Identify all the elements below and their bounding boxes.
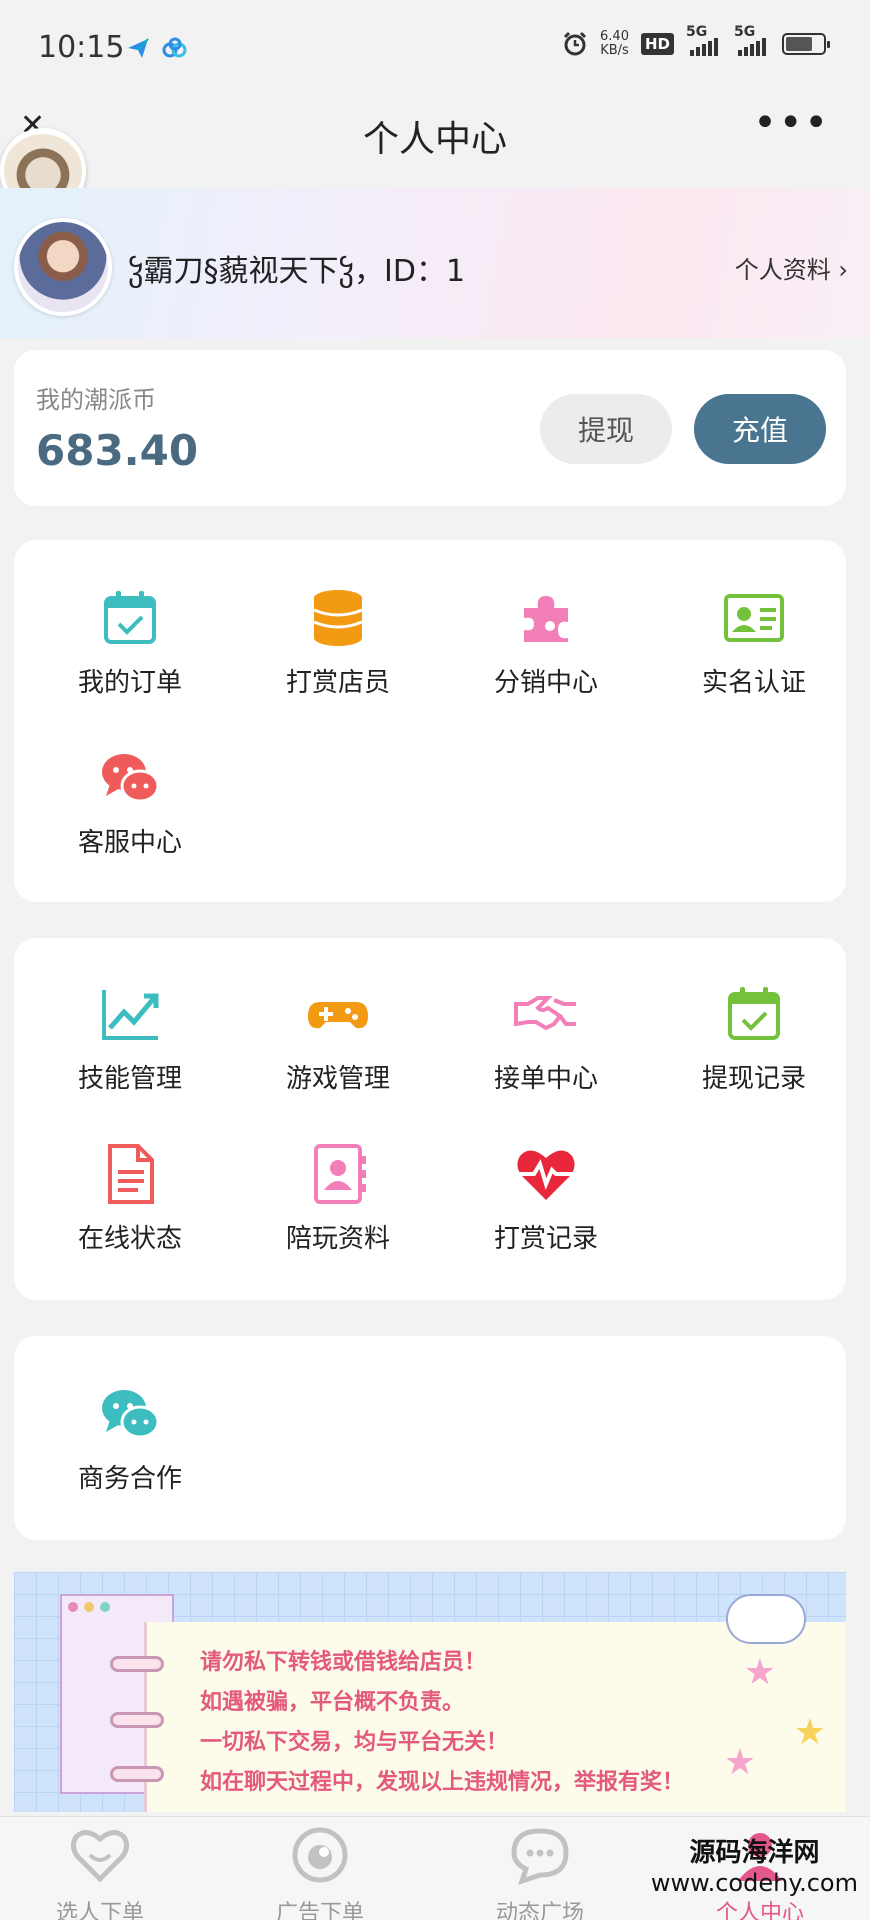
profile-banner: ჴ霸刀§藐视天下ჴ，ID：1 个人资料 › [0, 188, 870, 338]
status-right: 6.40 KB/s HD 5G 5G [562, 24, 830, 58]
menu-item-my-orders[interactable]: 我的订单 [30, 586, 230, 699]
binder-ring [110, 1766, 164, 1782]
menu-item-business[interactable]: 商务合作 [30, 1382, 230, 1495]
menu-item-order-center[interactable]: 接单中心 [446, 982, 646, 1095]
hd-badge: HD [640, 33, 674, 55]
calendar-check-icon [728, 987, 780, 1040]
handshake-icon [514, 996, 576, 1031]
menu-item-skill-manage[interactable]: 技能管理 [30, 982, 230, 1095]
tab-ad-order[interactable]: 广告下单 [220, 1825, 420, 1920]
menu-section-2: 技能管理 游戏管理 接单中心 提现记录 在线状态 陪玩资料 打赏记录 [14, 938, 846, 1300]
tab-select-people[interactable]: 选人下单 [0, 1825, 200, 1920]
calendar-check-icon [104, 591, 156, 644]
coin-label: 我的潮派币 [36, 386, 156, 414]
eye-icon [292, 1827, 348, 1883]
star-decor: ★ [793, 1712, 826, 1753]
menu-item-label: 我的订单 [77, 668, 182, 698]
page-title: 个人中心 [362, 119, 507, 160]
watermark-line: 源码海洋网 [689, 1838, 820, 1868]
chat-bubbles-icon [102, 754, 160, 803]
watermark: 源码海洋网 www.codehy.com [651, 1838, 858, 1898]
menu-item-label: 客服中心 [77, 828, 182, 858]
menu-item-tip-records[interactable]: 打赏记录 [446, 1142, 646, 1255]
tab-feed[interactable]: 动态广场 [440, 1825, 640, 1920]
notice-line: 如在聊天过程中，发现以上违规情况，举报有奖！ [200, 1770, 685, 1795]
notice-line: 一切私下交易，均与平台无关！ [200, 1730, 509, 1755]
tab-label: 广告下单 [275, 1901, 364, 1920]
status-bar: 10:15 6.40 KB/s HD 5G 5G [0, 0, 870, 96]
coin-value: 683.40 [36, 426, 199, 475]
heart-face-icon [70, 1830, 130, 1883]
avatar[interactable] [14, 218, 112, 316]
net-speed: 6.40 KB/s [600, 29, 629, 58]
notice-line: 如遇被骗，平台概不负责。 [200, 1690, 465, 1715]
chat-bubbles-icon [102, 1390, 160, 1439]
menu-item-distribution[interactable]: 分销中心 [446, 586, 646, 699]
menu-item-label: 打赏记录 [493, 1224, 598, 1254]
menu-item-label: 实名认证 [701, 668, 806, 698]
menu-section-1: 我的订单 打赏店员 分销中心 实名认证 客服中心 [14, 540, 846, 902]
notice-line: 请勿私下转钱或借钱给店员！ [200, 1650, 487, 1675]
menu-item-real-name[interactable]: 实名认证 [654, 586, 854, 699]
trend-chart-icon [102, 990, 159, 1040]
menu-item-label: 分销中心 [493, 668, 598, 698]
tab-label: 个人中心 [715, 1901, 804, 1920]
menu-item-label: 技能管理 [77, 1064, 182, 1094]
profile-detail-link[interactable]: 个人资料 › [735, 250, 848, 285]
coin-card: 我的潮派币 683.40 提现 充值 [14, 350, 846, 506]
menu-item-label: 接单中心 [493, 1064, 598, 1094]
signal-2-icon: 5G [734, 24, 770, 56]
tab-label: 动态广场 [495, 1901, 584, 1920]
tab-label: 选人下单 [55, 1901, 144, 1920]
more-icon[interactable]: ••• [753, 100, 830, 146]
chat-icon [511, 1828, 569, 1885]
star-decor: ★ [723, 1742, 756, 1783]
id-card-icon [724, 594, 784, 642]
menu-item-game-manage[interactable]: 游戏管理 [238, 982, 438, 1095]
menu-item-label: 商务合作 [77, 1464, 182, 1494]
cloud-icon [162, 37, 187, 58]
star-decor: ★ [743, 1652, 776, 1693]
menu-item-label: 在线状态 [77, 1224, 182, 1254]
menu-item-label: 陪玩资料 [285, 1224, 390, 1254]
menu-section-3: 商务合作 [14, 1336, 846, 1540]
coin-stack-icon [313, 590, 363, 646]
contact-book-icon [314, 1144, 366, 1204]
watermark-line: www.codehy.com [650, 1869, 858, 1897]
status-app-icons [126, 36, 188, 60]
binder-ring [110, 1712, 164, 1728]
heartbeat-icon [517, 1150, 575, 1200]
profile-name: ჴ霸刀§藐视天下ჴ，ID：1 [128, 254, 466, 289]
cloud-decor [726, 1594, 806, 1644]
menu-item-online-status[interactable]: 在线状态 [30, 1142, 230, 1255]
withdraw-button[interactable]: 提现 [540, 394, 672, 464]
status-time: 10:15 [38, 30, 125, 65]
title-bar: ✕ 个人中心 ••• [0, 96, 870, 188]
menu-item-customer-service[interactable]: 客服中心 [30, 746, 230, 859]
document-icon [108, 1144, 154, 1204]
menu-item-label: 游戏管理 [285, 1064, 390, 1094]
menu-item-companion-profile[interactable]: 陪玩资料 [238, 1142, 438, 1255]
menu-item-tip-staff[interactable]: 打赏店员 [238, 586, 438, 699]
alarm-icon [563, 31, 587, 56]
menu-item-withdraw-records[interactable]: 提现记录 [654, 982, 854, 1095]
battery-icon [782, 33, 830, 55]
recharge-button[interactable]: 充值 [694, 394, 826, 464]
signal-1-icon: 5G [686, 24, 722, 56]
puzzle-icon [524, 596, 568, 642]
paper-plane-icon [128, 38, 149, 58]
menu-item-label: 提现记录 [701, 1064, 806, 1094]
binder-ring [110, 1656, 164, 1672]
menu-item-label: 打赏店员 [285, 668, 390, 698]
gamepad-icon [308, 1002, 368, 1029]
notice-banner: 请勿私下转钱或借钱给店员！ 如遇被骗，平台概不负责。 一切私下交易，均与平台无关… [14, 1572, 846, 1812]
